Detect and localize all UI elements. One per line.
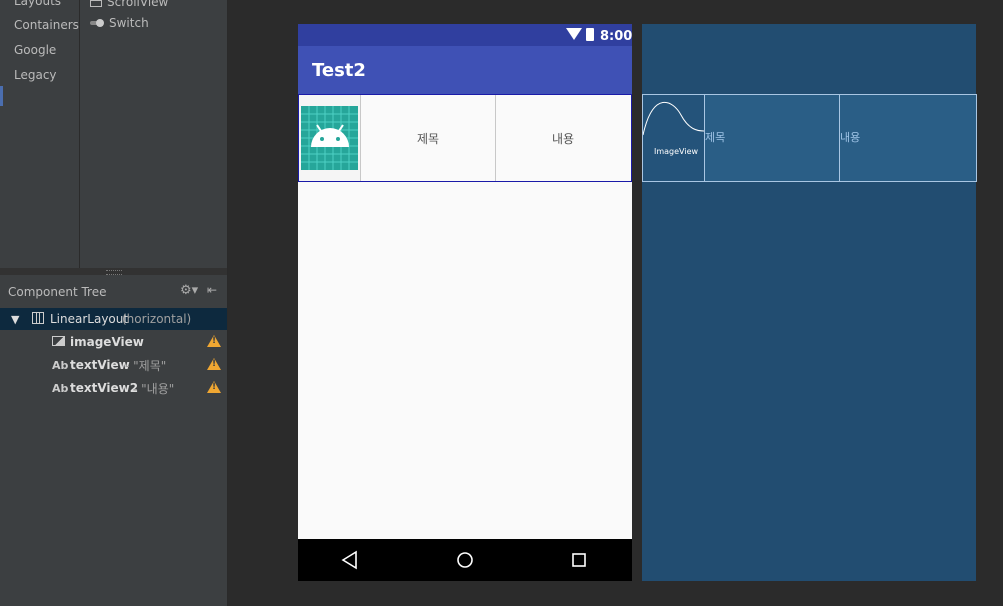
recents-icon[interactable] xyxy=(572,553,586,567)
blueprint-image-label: ImageView xyxy=(654,147,699,156)
blueprint-text-label: 제목 xyxy=(705,131,726,144)
collapse-panel-icon[interactable]: ⇤ xyxy=(207,283,217,297)
back-icon[interactable] xyxy=(341,550,357,570)
blueprint-text-view-title[interactable]: 제목 xyxy=(705,95,840,181)
selection-marker xyxy=(0,86,3,106)
linearlayout-icon xyxy=(32,312,44,324)
tree-node-detail: (horizontal) xyxy=(122,312,192,326)
android-icon xyxy=(301,106,358,170)
tree-node-label: textView2 xyxy=(70,381,139,395)
battery-icon xyxy=(586,28,594,41)
textview-icon: Ab xyxy=(52,358,69,372)
navigation-bar xyxy=(298,539,632,581)
tree-node-imageview[interactable]: imageView xyxy=(0,331,227,353)
status-bar xyxy=(298,24,632,46)
home-icon[interactable] xyxy=(457,552,473,568)
warning-icon[interactable] xyxy=(207,381,221,393)
palette-category-legacy[interactable]: Legacy xyxy=(14,68,57,82)
blueprint-image-view[interactable] xyxy=(642,95,705,181)
palette-category-layouts[interactable]: Layouts xyxy=(14,0,61,8)
switch-icon xyxy=(90,19,104,27)
blueprint-text-view-content[interactable]: 내용 xyxy=(840,95,975,181)
blueprint-text-label: 내용 xyxy=(840,131,861,144)
tree-node-linearlayout[interactable]: ▼ LinearLayout (horizontal) xyxy=(0,308,227,330)
nav-bar-icons xyxy=(341,550,586,570)
text-view-title[interactable]: 제목 xyxy=(361,95,496,181)
panel-divider[interactable] xyxy=(227,0,228,606)
textview-icon: Ab xyxy=(52,381,69,395)
image-icon xyxy=(52,336,65,346)
tree-node-label: imageView xyxy=(70,335,144,349)
tree-node-label: textView xyxy=(70,358,130,372)
palette-category-google[interactable]: Google xyxy=(14,43,56,57)
warning-icon[interactable] xyxy=(207,335,221,347)
image-view[interactable] xyxy=(299,95,361,181)
tree-node-detail: - "내용" xyxy=(133,381,175,396)
app-title: Test2 xyxy=(312,60,366,81)
palette-item-label: Switch xyxy=(109,16,149,30)
scrollview-icon xyxy=(90,0,102,7)
palette-item-label: ScrollView xyxy=(107,0,169,9)
wifi-icon xyxy=(566,28,582,40)
warning-icon[interactable] xyxy=(207,358,221,370)
palette-item-switch[interactable]: Switch xyxy=(90,16,149,30)
component-tree-title: Component Tree xyxy=(8,285,107,299)
gear-icon[interactable]: ⚙▾ xyxy=(180,283,198,298)
text-view-content[interactable]: 내용 xyxy=(496,95,630,181)
palette-item-scrollview[interactable]: ScrollView xyxy=(90,0,168,9)
expand-arrow-icon[interactable]: ▼ xyxy=(11,313,19,326)
tree-node-detail: - "제목" xyxy=(125,358,167,373)
palette-items: ScrollView Switch xyxy=(80,0,227,268)
blueprint-image-curve-icon xyxy=(642,102,705,136)
palette-categories: Layouts Containers Google Legacy xyxy=(0,0,80,268)
palette-category-containers[interactable]: Containers xyxy=(14,18,79,32)
tree-node-textview[interactable]: Ab textView - "제목" xyxy=(0,354,227,376)
tree-node-textview2[interactable]: Ab textView2 - "내용" xyxy=(0,377,227,399)
status-time: 8:00 xyxy=(600,29,633,44)
tree-node-label: LinearLayout xyxy=(50,312,129,326)
